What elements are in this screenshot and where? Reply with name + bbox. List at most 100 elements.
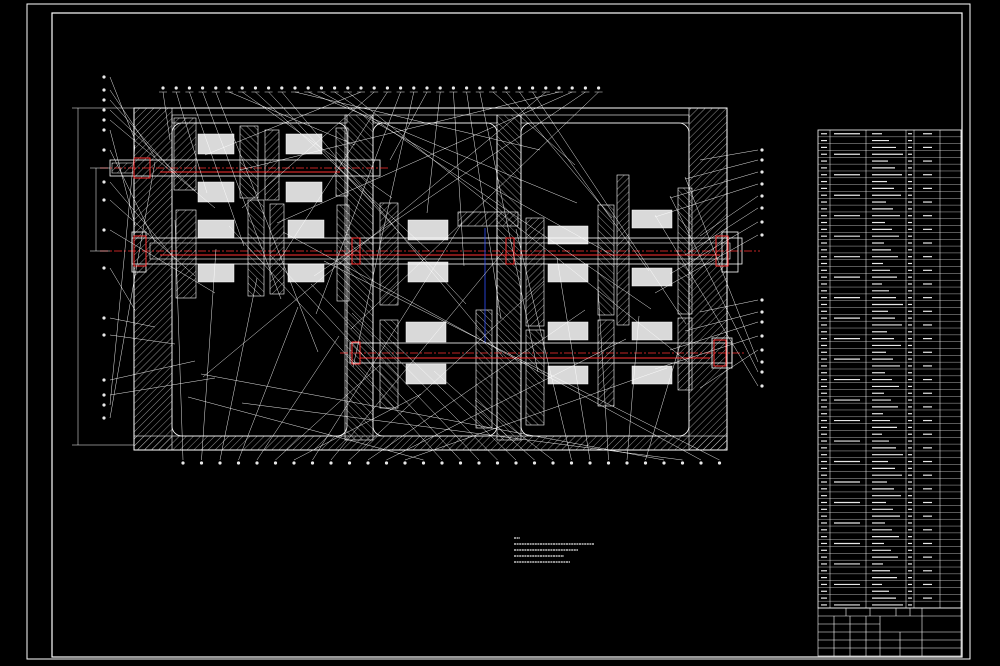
callout-marker — [606, 461, 611, 465]
callout-marker — [760, 320, 764, 324]
callout-marker — [717, 461, 722, 465]
callout-marker — [760, 148, 764, 152]
callout-marker — [760, 370, 764, 374]
callout-marker — [181, 461, 185, 465]
callout-marker — [680, 461, 685, 465]
callout-marker — [329, 461, 333, 465]
callout-marker — [102, 393, 106, 397]
callout-marker — [199, 461, 204, 465]
callout-marker — [760, 220, 764, 224]
callout-marker — [760, 158, 764, 162]
callout-marker — [760, 233, 764, 237]
callout-marker — [643, 461, 648, 465]
callout-marker — [504, 86, 508, 90]
callout-marker — [253, 86, 257, 90]
callout-marker — [102, 228, 106, 232]
cad-drawing-canvas[interactable] — [0, 0, 1000, 666]
leader-line — [219, 277, 258, 461]
technical-notes — [514, 537, 594, 563]
callout-marker — [477, 461, 481, 465]
callout-marker — [557, 86, 561, 90]
callout-marker — [625, 461, 629, 465]
leader-line — [109, 129, 136, 226]
callout-marker — [102, 198, 106, 202]
callout-marker — [102, 266, 106, 270]
callout-marker — [310, 461, 315, 465]
callout-marker — [760, 206, 764, 210]
gearbox-section-view[interactable] — [72, 75, 764, 465]
callout-marker — [102, 98, 106, 102]
leader-line — [109, 144, 136, 406]
callout-marker — [385, 86, 389, 90]
callout-marker — [438, 86, 442, 90]
callout-marker — [760, 360, 764, 364]
callout-marker — [273, 461, 278, 465]
callout-marker — [514, 461, 518, 465]
callout-marker — [255, 461, 259, 465]
callout-marker — [102, 88, 106, 92]
callout-marker — [532, 461, 537, 465]
callout-marker — [478, 86, 482, 90]
leader-line — [276, 91, 573, 224]
callout-marker — [440, 461, 444, 465]
callout-marker — [551, 461, 555, 465]
callout-marker — [366, 461, 370, 465]
callout-marker — [102, 75, 106, 79]
callout-marker — [699, 461, 703, 465]
callout-marker — [465, 86, 469, 90]
callout-marker — [583, 86, 588, 90]
callout-marker — [372, 86, 376, 90]
callout-marker — [102, 416, 106, 420]
callout-marker — [760, 298, 764, 302]
callout-marker — [384, 461, 389, 465]
callout-marker — [102, 128, 106, 132]
callout-marker — [102, 378, 106, 382]
callout-marker — [346, 86, 350, 90]
callout-marker — [174, 86, 178, 90]
callout-marker — [306, 86, 310, 90]
callout-marker — [292, 461, 296, 465]
callout-marker — [227, 86, 231, 90]
callout-marker — [333, 86, 337, 90]
callout-marker — [588, 461, 592, 465]
leader-line — [389, 91, 428, 161]
callout-marker — [458, 461, 463, 465]
callout-marker — [403, 461, 407, 465]
callout-marker — [760, 348, 764, 352]
leader-line — [241, 402, 683, 461]
callout-marker — [102, 148, 106, 152]
callout-marker — [102, 403, 106, 407]
leader-line — [453, 91, 465, 267]
callout-marker — [760, 310, 764, 314]
callout-marker — [214, 86, 218, 90]
leader-line — [556, 257, 591, 461]
callout-marker — [544, 86, 548, 90]
callout-marker — [421, 461, 426, 465]
leader-line — [310, 283, 480, 461]
callout-marker — [293, 86, 297, 90]
callout-marker — [102, 316, 106, 320]
callout-marker — [425, 86, 429, 90]
callout-marker — [280, 86, 284, 90]
callout-marker — [161, 86, 165, 90]
callout-marker — [347, 461, 352, 465]
callout-marker — [517, 86, 522, 90]
callout-marker — [267, 86, 271, 90]
callout-marker — [662, 461, 666, 465]
callout-marker — [760, 334, 764, 338]
callout-marker — [760, 170, 764, 174]
callout-marker — [102, 333, 106, 337]
callout-marker — [569, 461, 574, 465]
bill-of-materials[interactable] — [817, 129, 962, 609]
callout-marker — [412, 86, 416, 90]
callout-marker — [240, 86, 244, 90]
callout-marker — [495, 461, 500, 465]
callout-marker — [201, 86, 205, 90]
callout-marker — [760, 384, 764, 388]
callout-marker — [187, 86, 191, 90]
title-block[interactable] — [817, 607, 962, 657]
callout-marker — [451, 86, 455, 90]
callout-marker — [760, 194, 764, 198]
callout-marker — [359, 86, 363, 90]
callout-marker — [102, 108, 106, 112]
